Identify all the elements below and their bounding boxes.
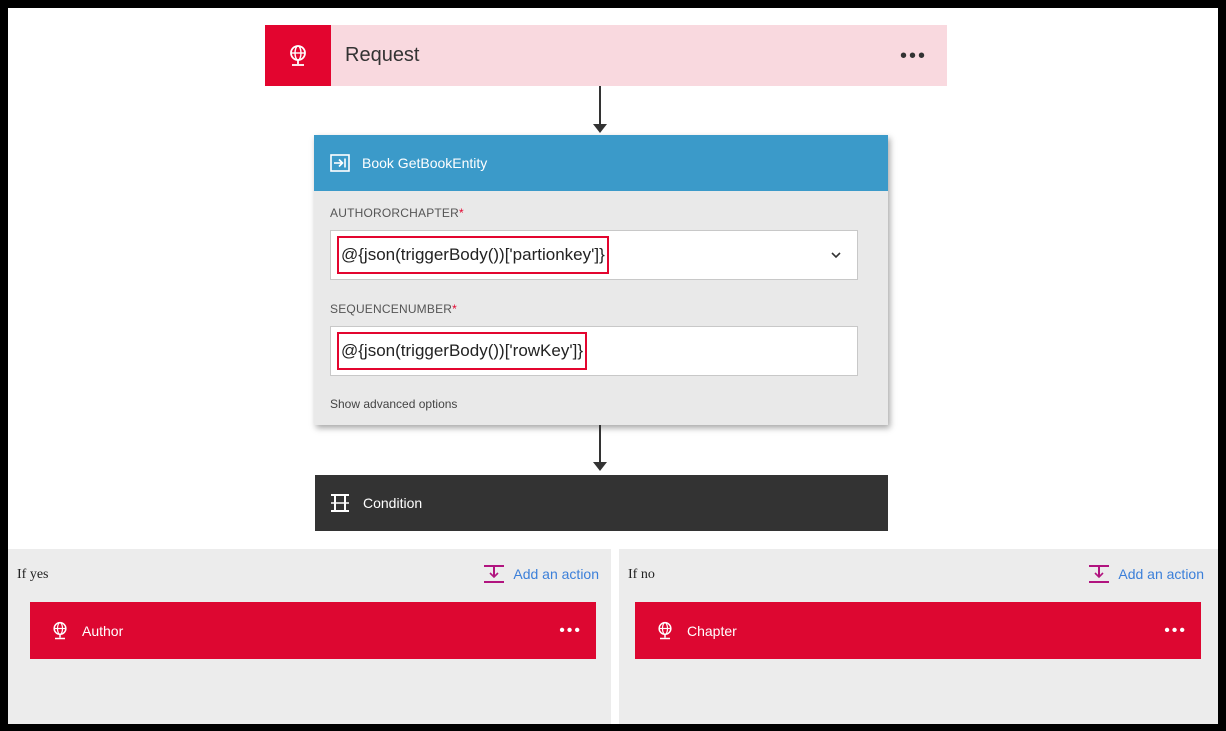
condition-icon [331,494,349,512]
if-yes-branch: If yes Add an action Author ••• [8,549,611,724]
book-card-title: Book GetBookEntity [362,155,488,171]
chapter-action-title: Chapter [687,622,737,639]
author-action-title: Author [82,622,124,639]
authororchapter-expression-token[interactable]: @{json(triggerBody())['partionkey']} [337,236,609,274]
add-action-icon [1089,565,1110,583]
globe-icon [290,44,306,66]
author-more-menu[interactable]: ••• [559,622,582,639]
if-no-branch: If no Add an action Chapter ••• [619,549,1218,724]
book-getbookentity-card: Book GetBookEntity AUTHORORCHAPTER* @{js… [314,135,888,425]
api-connection-icon [330,154,350,172]
sequencenumber-field[interactable]: @{json(triggerBody())['rowKey']} [330,326,858,376]
add-action-button-no[interactable]: Add an action [1087,564,1204,584]
flow-arrow-icon [593,425,607,471]
chapter-action-card[interactable]: Chapter ••• [635,602,1201,659]
authororchapter-field[interactable]: @{json(triggerBody())['partionkey']} [330,230,858,280]
sequencenumber-expression-token[interactable]: @{json(triggerBody())['rowKey']} [337,332,588,370]
chapter-more-menu[interactable]: ••• [1164,622,1187,639]
add-action-button-yes[interactable]: Add an action [482,564,599,584]
author-action-card[interactable]: Author ••• [30,602,596,659]
add-action-icon [484,565,505,583]
request-trigger-card[interactable]: Request ••• [265,25,947,86]
sequencenumber-label: SEQUENCENUMBER* [330,302,458,316]
flow-arrow-icon [593,86,607,133]
add-action-label: Add an action [1118,566,1204,582]
required-marker: * [459,206,464,220]
show-advanced-options-link[interactable]: Show advanced options [330,397,457,411]
request-more-menu[interactable]: ••• [900,46,927,66]
required-marker: * [452,302,458,316]
designer-canvas: Request ••• Book GetBookEntity AUTHORORC… [8,8,1218,724]
book-card-header[interactable]: Book GetBookEntity [314,135,888,191]
if-no-label: If no [628,567,655,582]
condition-title: Condition [363,495,423,511]
add-action-label: Add an action [513,566,599,582]
if-yes-label: If yes [17,567,49,582]
chevron-down-icon[interactable] [829,248,843,262]
condition-card[interactable]: Condition [315,475,888,531]
globe-icon [53,621,67,639]
globe-icon [658,621,672,639]
authororchapter-label: AUTHORORCHAPTER* [330,206,464,220]
request-title: Request [345,44,420,66]
request-icon-box [265,25,331,86]
